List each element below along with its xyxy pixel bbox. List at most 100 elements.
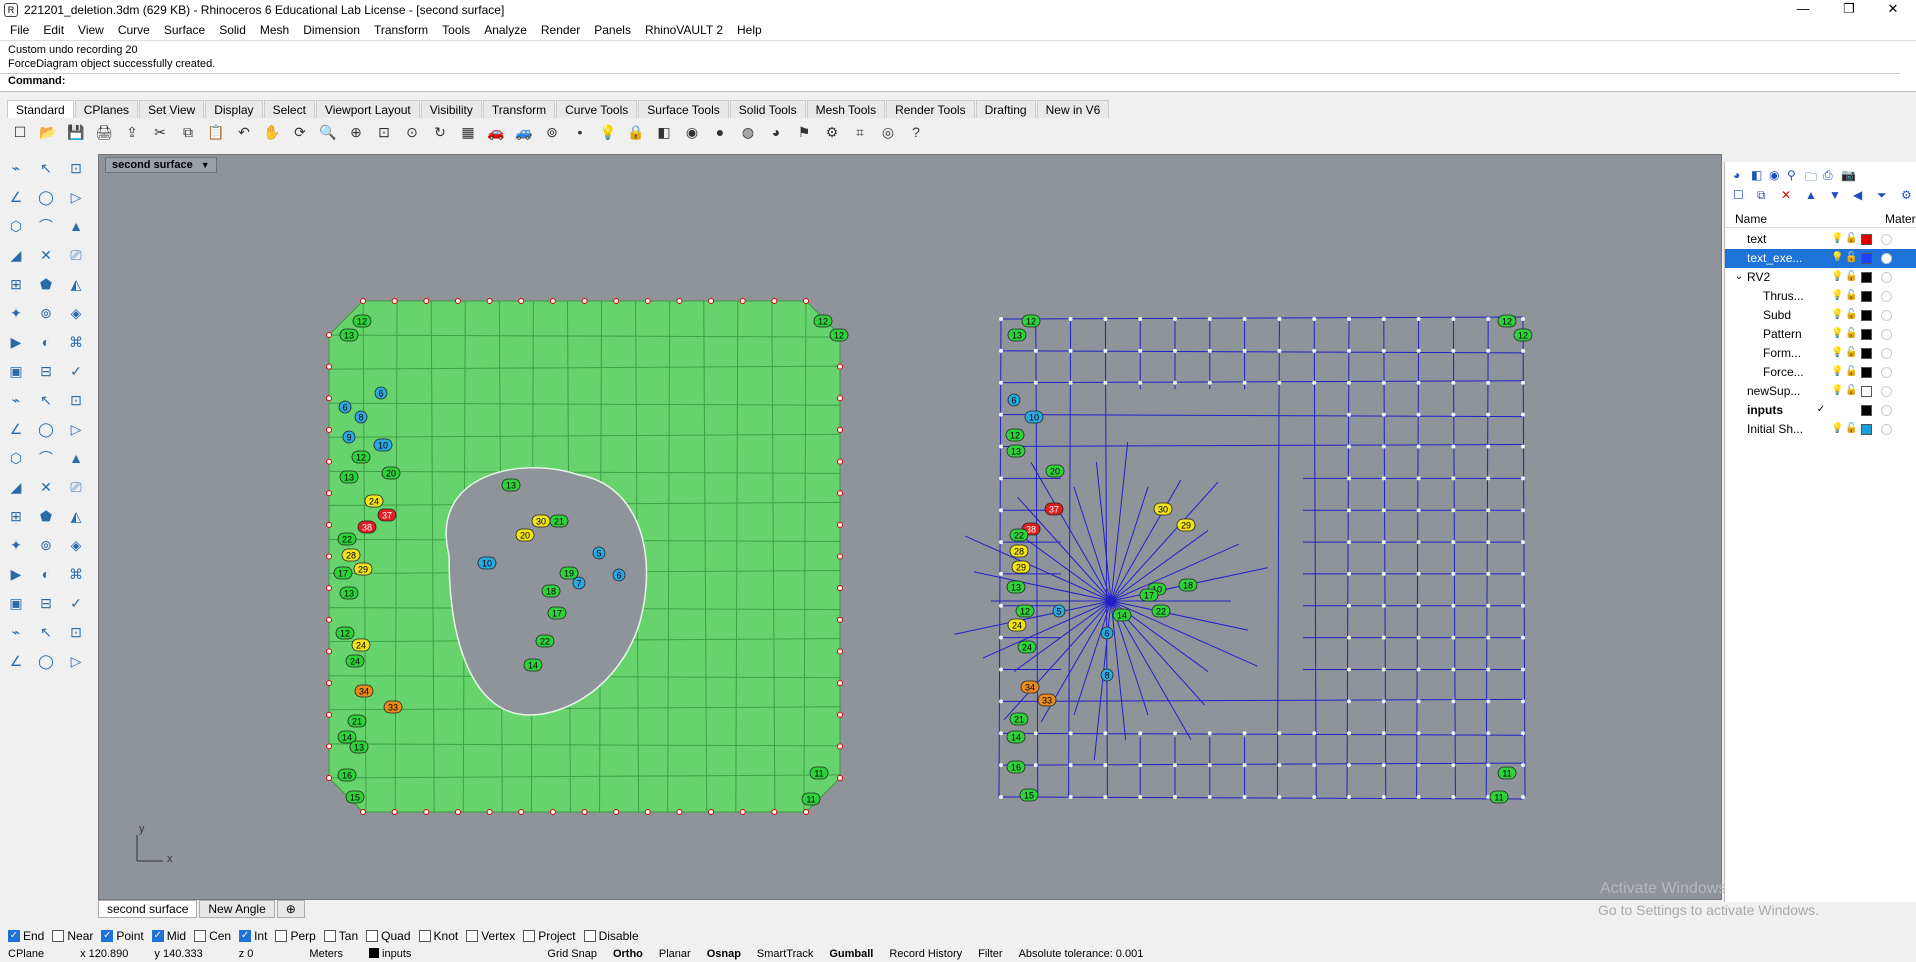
support-node[interactable]	[549, 809, 556, 815]
force-node[interactable]	[1207, 795, 1212, 799]
force-node[interactable]	[1416, 699, 1421, 704]
force-node[interactable]	[1381, 795, 1386, 799]
force-edge-label[interactable]: 18	[1178, 578, 1198, 592]
checkbox[interactable]: ✓	[101, 930, 114, 942]
status-layer[interactable]: inputs	[361, 948, 419, 960]
layer-color-swatch[interactable]	[1861, 253, 1872, 264]
force-edge-label[interactable]: 33	[1037, 693, 1057, 707]
curve-tool-icon[interactable]: ⌁	[4, 620, 28, 644]
force-node[interactable]	[1521, 476, 1525, 481]
support-node[interactable]	[326, 775, 332, 781]
force-node[interactable]	[1416, 317, 1421, 321]
zoom-window-icon[interactable]: ⊕	[344, 120, 368, 144]
force-node[interactable]	[1347, 317, 1351, 321]
force-node[interactable]	[1486, 731, 1491, 736]
car2-icon[interactable]: 🚙	[512, 120, 536, 144]
force-node[interactable]	[1416, 635, 1421, 640]
force-edge-label[interactable]: 29	[1176, 518, 1196, 532]
settings-icon[interactable]: ⚙	[1901, 188, 1912, 202]
circle-icon[interactable]: ◯	[34, 185, 58, 209]
material-icon[interactable]: ◧	[1751, 168, 1762, 182]
force-node[interactable]	[1381, 699, 1386, 704]
force-node[interactable]	[1347, 571, 1351, 576]
force-node[interactable]	[1138, 763, 1143, 768]
form-vertex-label[interactable]: 7	[572, 576, 586, 590]
force-node[interactable]	[1521, 731, 1525, 736]
force-node[interactable]	[1312, 317, 1317, 321]
mesh-icon[interactable]: ⊞	[4, 272, 28, 296]
material-swatch[interactable]	[1881, 253, 1892, 264]
menu-item[interactable]: Analyze	[477, 23, 534, 37]
force-node[interactable]	[1451, 635, 1456, 640]
force-node[interactable]	[1521, 763, 1525, 768]
force-node[interactable]	[1451, 348, 1456, 353]
force-node[interactable]	[1103, 380, 1108, 385]
force-node[interactable]	[1521, 603, 1525, 608]
force-node[interactable]	[1381, 348, 1386, 353]
layer-color-swatch[interactable]	[1861, 310, 1872, 321]
layer-row[interactable]: Force... 💡 🔓	[1725, 363, 1916, 382]
support-node[interactable]	[837, 616, 843, 623]
polyline-icon[interactable]: ▷	[64, 185, 88, 209]
force-node[interactable]	[1486, 476, 1491, 481]
force-node[interactable]	[1416, 476, 1421, 481]
lightbulb-icon[interactable]: 💡	[1831, 290, 1843, 302]
force-node[interactable]	[1416, 508, 1421, 513]
force-node[interactable]	[1486, 444, 1491, 449]
support-node[interactable]	[837, 585, 843, 592]
force-node[interactable]	[1173, 731, 1177, 736]
force-node[interactable]	[999, 571, 1003, 576]
support-node[interactable]	[326, 395, 332, 402]
check-icon[interactable]: ✓	[64, 591, 88, 615]
force-node[interactable]	[1381, 412, 1386, 417]
support-node[interactable]	[837, 711, 843, 718]
osnap-point[interactable]: ✓ Point	[101, 929, 144, 943]
plane-icon[interactable]: ⬟	[34, 272, 58, 296]
zoom-selected-icon[interactable]: ⊙	[400, 120, 424, 144]
force-node[interactable]	[1416, 571, 1421, 576]
force-node[interactable]	[1347, 380, 1351, 385]
form-vertex-label[interactable]: 24	[351, 638, 371, 652]
force-node[interactable]	[1033, 380, 1038, 385]
status-filter[interactable]: Filter	[970, 948, 1010, 960]
layer-row[interactable]: text 💡 🔓	[1725, 230, 1916, 249]
form-vertex-label[interactable]: 10	[477, 556, 497, 570]
copy-layer-icon[interactable]: ⧉	[1757, 188, 1766, 203]
line-icon[interactable]: ∠	[4, 417, 28, 441]
lock-icon[interactable]: 🔓	[1845, 347, 1857, 359]
menu-item[interactable]: RhinoVAULT 2	[638, 23, 730, 37]
force-node[interactable]	[999, 763, 1003, 768]
support-node[interactable]	[326, 363, 332, 370]
force-edge-label[interactable]: 20	[1045, 464, 1065, 478]
form-vertex-label[interactable]: 34	[354, 684, 374, 698]
form-vertex-label[interactable]: 20	[515, 528, 535, 542]
move-icon[interactable]: ▶	[4, 562, 28, 586]
layer-color-swatch[interactable]	[1861, 272, 1872, 283]
array-icon[interactable]: ⌘	[64, 562, 88, 586]
help-icon[interactable]: ?	[904, 120, 928, 144]
rotate-icon[interactable]: ↻	[428, 120, 452, 144]
force-node[interactable]	[999, 731, 1003, 736]
undo-icon[interactable]: ↶	[232, 120, 256, 144]
force-edge-label[interactable]: 34	[1020, 680, 1040, 694]
point-icon[interactable]: •	[568, 120, 592, 144]
form-vertex-label[interactable]: 33	[383, 700, 403, 714]
menu-item[interactable]: Transform	[367, 23, 435, 37]
force-node[interactable]	[1381, 476, 1386, 481]
trim-icon[interactable]: ▣	[4, 359, 28, 383]
force-edge-label[interactable]: 13	[1006, 444, 1026, 458]
lightbulb-icon[interactable]: 💡	[1831, 233, 1843, 245]
material-swatch[interactable]	[1881, 348, 1892, 359]
force-node[interactable]	[1486, 667, 1491, 672]
point-icon[interactable]: ⊡	[64, 388, 88, 412]
force-node[interactable]	[1103, 731, 1108, 736]
scale-icon[interactable]: ◐	[34, 330, 58, 354]
lightbulb-icon[interactable]: 💡	[1831, 347, 1843, 359]
force-edge-label[interactable]: 5	[1052, 604, 1066, 618]
check-icon[interactable]: ✓	[64, 359, 88, 383]
point-icon[interactable]: ⊡	[64, 620, 88, 644]
force-edge-label[interactable]: 28	[1009, 544, 1029, 558]
viewport-tab-second-surface[interactable]: second surface	[98, 900, 198, 918]
arc-icon[interactable]: ⌒	[34, 214, 58, 238]
force-node[interactable]	[1451, 571, 1456, 576]
